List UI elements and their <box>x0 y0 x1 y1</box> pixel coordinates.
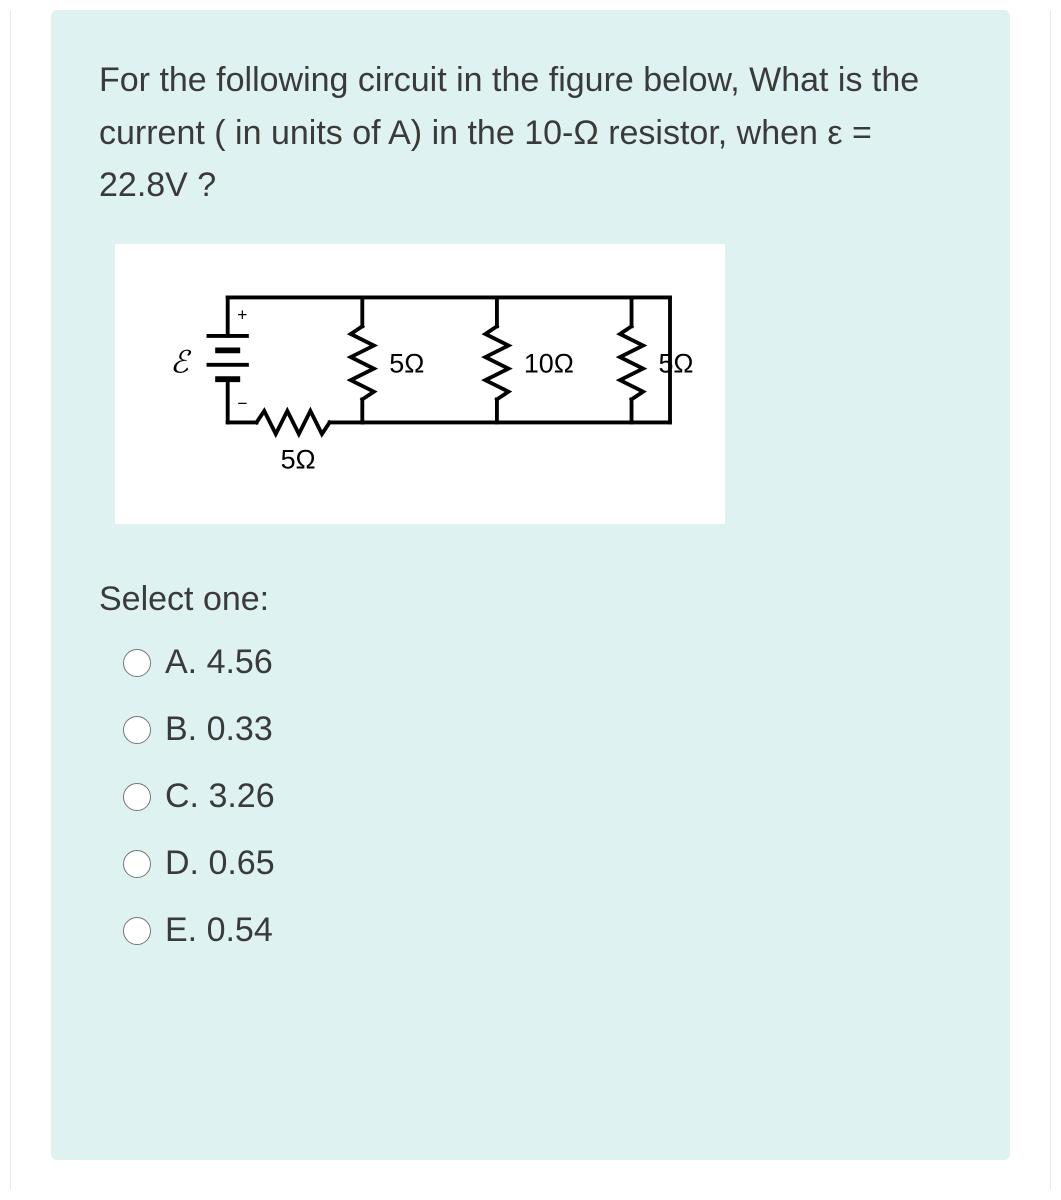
option-d-label[interactable]: D. 0.65 <box>165 844 275 883</box>
radio-e[interactable] <box>123 917 151 945</box>
question-card: For the following circuit in the figure … <box>51 10 1010 1160</box>
option-e-label[interactable]: E. 0.54 <box>165 911 273 950</box>
option-b-label[interactable]: B. 0.33 <box>165 710 273 749</box>
radio-d[interactable] <box>123 850 151 878</box>
r2-label: 5Ω <box>389 349 424 379</box>
r1-label: 5Ω <box>281 445 316 475</box>
radio-b[interactable] <box>123 716 151 744</box>
option-c[interactable]: C. 3.26 <box>123 777 962 816</box>
radio-c[interactable] <box>123 783 151 811</box>
option-d[interactable]: D. 0.65 <box>123 844 962 883</box>
select-one-label: Select one: <box>99 580 962 619</box>
svg-text:+: + <box>237 305 247 325</box>
option-a[interactable]: A. 4.56 <box>123 643 962 682</box>
r4-label: 5Ω <box>658 349 693 379</box>
radio-a[interactable] <box>123 649 151 677</box>
svg-text:−: − <box>237 393 247 413</box>
option-a-label[interactable]: A. 4.56 <box>165 643 273 682</box>
question-text: For the following circuit in the figure … <box>99 54 962 212</box>
emf-label: ℰ <box>170 346 192 380</box>
options-list: A. 4.56 B. 0.33 C. 3.26 D. 0.65 E. 0.54 <box>99 643 962 950</box>
option-c-label[interactable]: C. 3.26 <box>165 777 275 816</box>
option-b[interactable]: B. 0.33 <box>123 710 962 749</box>
option-e[interactable]: E. 0.54 <box>123 911 962 950</box>
circuit-diagram: + − <box>115 244 725 524</box>
r3-label: 10Ω <box>524 349 574 379</box>
